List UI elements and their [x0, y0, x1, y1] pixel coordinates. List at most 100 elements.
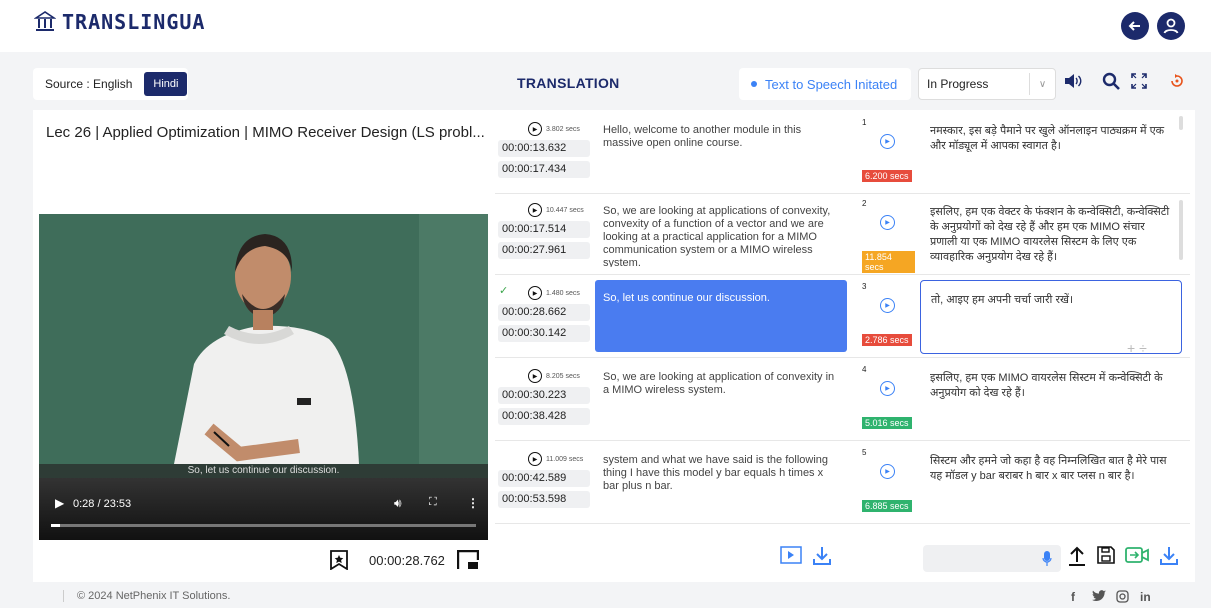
twitter-icon[interactable] [1092, 590, 1106, 605]
segment-row[interactable]: ▶ 8.205 secs 00:00:30.223 00:00:38.428 So… [495, 359, 1190, 441]
segment-row[interactable]: ▶ 11.009 secs 00:00:42.589 00:00:53.598 s… [495, 442, 1190, 524]
play-translation-icon[interactable]: ▶ [880, 215, 895, 230]
search-button[interactable] [1102, 72, 1120, 95]
source-text[interactable]: Hello, welcome to another module in this… [595, 112, 847, 186]
video-time: 0:28 / 23:53 [73, 498, 132, 510]
arrow-left-icon [1128, 21, 1140, 31]
chevron-down-icon: ∨ [1029, 73, 1055, 95]
segment-row[interactable]: ▶ 3.802 secs 00:00:13.632 00:00:17.434 He… [495, 112, 1190, 194]
tts-text-input[interactable] [923, 545, 1061, 572]
target-text[interactable]: सिस्टम और हमने जो कहा है वह निम्नलिखित ब… [920, 442, 1182, 496]
segment-play-button[interactable]: ▶ 3.802 secs [528, 122, 580, 136]
segment-duration: 3.802 secs [546, 125, 580, 133]
play-translation-icon[interactable]: ▶ [880, 134, 895, 149]
target-text[interactable]: इसलिए, हम एक वेक्टर के फंक्शन के कन्वेक्… [920, 193, 1182, 277]
pip-button[interactable] [457, 548, 479, 572]
scrollbar[interactable] [1179, 112, 1183, 512]
segment-play-button[interactable]: ▶ 8.205 secs [528, 369, 580, 383]
tts-status: Text to Speech Initated [739, 68, 911, 100]
play-circle-icon: ▶ [528, 452, 542, 466]
play-circle-icon: ▶ [528, 122, 542, 136]
source-language-label: Source : English [45, 77, 133, 91]
back-button[interactable] [1121, 12, 1149, 40]
facebook-icon[interactable]: f [1071, 590, 1075, 604]
play-circle-icon: ▶ [528, 369, 542, 383]
end-timecode[interactable]: 00:00:17.434 [498, 161, 590, 178]
target-language-button[interactable]: Hindi [144, 72, 188, 96]
source-text[interactable]: So, we are looking at application of con… [595, 359, 847, 433]
refresh-button[interactable] [1170, 74, 1184, 93]
end-timecode[interactable]: 00:00:38.428 [498, 408, 590, 425]
segment-number: 5 [862, 448, 867, 457]
search-icon [1102, 72, 1120, 90]
start-timecode[interactable]: 00:00:42.589 [498, 470, 590, 487]
segment-row[interactable]: ▶ 10.447 secs 00:00:17.514 00:00:27.961 S… [495, 193, 1190, 275]
segment-play-button[interactable]: ▶ 10.447 secs [528, 203, 584, 217]
lecturer-image [39, 214, 488, 464]
end-timecode[interactable]: 00:00:27.961 [498, 242, 590, 259]
segment-play-button[interactable]: ▶ 1.480 secs [528, 286, 580, 300]
status-select[interactable]: In Progress ∨ [918, 68, 1056, 100]
segment-duration: 1.480 secs [546, 289, 580, 297]
fullscreen-button[interactable] [1131, 73, 1147, 94]
toolbar: Source : English Hindi TRANSLATION Text … [33, 54, 1195, 110]
play-translation-icon[interactable]: ▶ [880, 381, 895, 396]
linkedin-icon[interactable]: in [1140, 590, 1151, 604]
bookmark-button[interactable] [330, 548, 348, 572]
segment-duration: 8.205 secs [546, 372, 580, 380]
segment-row[interactable]: ✓ ▶ 1.480 secs 00:00:28.662 00:00:30.142 … [495, 276, 1190, 358]
play-icon[interactable]: ▶ [55, 496, 64, 510]
user-icon [1163, 18, 1179, 34]
target-text[interactable]: नमस्कार, इस बड़े पैमाने पर खुले ऑनलाइन प… [920, 112, 1182, 166]
temple-icon [34, 11, 56, 31]
more-options-icon[interactable]: ⋮ [467, 496, 479, 510]
current-timestamp: 00:00:28.762 [369, 552, 445, 568]
video-subtitle: So, let us continue our discussion. [39, 464, 488, 478]
upload-icon [1069, 546, 1085, 566]
target-text[interactable]: इसलिए, हम एक MIMO वायरलेस सिस्टम में कन्… [920, 359, 1182, 413]
start-timecode[interactable]: 00:00:17.514 [498, 221, 590, 238]
end-timecode[interactable]: 00:00:53.598 [498, 491, 590, 508]
resize-handle-icon[interactable]: + ÷ [1127, 340, 1147, 356]
download-button[interactable] [812, 546, 832, 571]
video-player[interactable]: So, let us continue our discussion. ▶ 0:… [39, 214, 488, 540]
video-title: Lec 26 | Applied Optimization | MIMO Rec… [46, 124, 485, 141]
logo-text: TRANSLINGUA [62, 10, 206, 34]
microphone-icon[interactable] [1042, 551, 1052, 567]
app-header: TRANSLINGUA [0, 0, 1211, 52]
play-translation-icon[interactable]: ▶ [880, 298, 895, 313]
video-controls: ▶ 0:28 / 23:53 🔊︎ ⛶ ⋮ [39, 478, 488, 540]
source-text[interactable]: So, we are looking at applications of co… [595, 193, 847, 267]
video-progress-bar[interactable] [51, 524, 476, 527]
check-icon: ✓ [499, 285, 509, 297]
video-progress-fill [51, 524, 60, 527]
fullscreen-icon[interactable]: ⛶ [429, 496, 437, 509]
source-text[interactable]: So, let us continue our discussion. [595, 280, 847, 352]
save-icon [1097, 546, 1115, 564]
play-circle-icon: ▶ [528, 203, 542, 217]
segment-row[interactable]: - [495, 525, 1190, 529]
volume-button[interactable] [1064, 73, 1082, 94]
export-video-button[interactable] [1125, 546, 1149, 569]
footer: © 2024 NetPhenix IT Solutions. f in [0, 582, 1211, 608]
profile-button[interactable] [1157, 12, 1185, 40]
save-button[interactable] [1097, 546, 1115, 569]
segment-play-button[interactable]: ▶ 11.009 secs [528, 452, 583, 466]
upload-button[interactable] [1068, 546, 1086, 571]
segment-duration: 11.009 secs [546, 455, 584, 463]
download-icon [813, 547, 831, 565]
duration-badge: 2.786 secs [862, 334, 912, 346]
start-timecode[interactable]: 00:00:13.632 [498, 140, 590, 157]
end-timecode[interactable]: 00:00:30.142 [498, 325, 590, 342]
preview-button[interactable] [780, 546, 802, 569]
status-dot-icon [751, 81, 757, 87]
download-icon [1160, 547, 1178, 565]
segment-list: ▶ 3.802 secs 00:00:13.632 00:00:17.434 He… [495, 112, 1190, 529]
instagram-icon[interactable] [1116, 590, 1129, 606]
start-timecode[interactable]: 00:00:28.662 [498, 304, 590, 321]
volume-icon[interactable]: 🔊︎ [394, 496, 402, 511]
play-translation-icon[interactable]: ▶ [880, 464, 895, 479]
download-audio-button[interactable] [1159, 546, 1179, 571]
source-text[interactable]: system and what we have said is the foll… [595, 442, 847, 516]
start-timecode[interactable]: 00:00:30.223 [498, 387, 590, 404]
